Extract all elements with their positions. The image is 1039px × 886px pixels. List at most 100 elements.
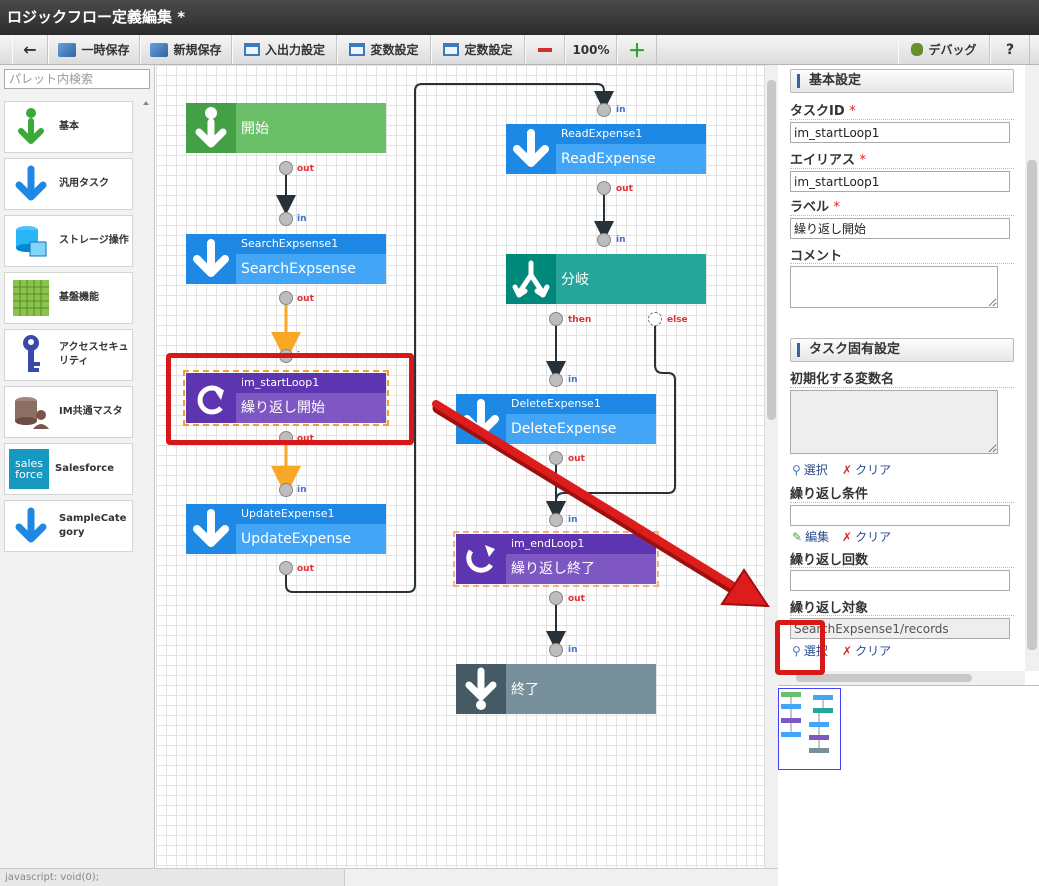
palette-scrollbar[interactable] — [140, 97, 152, 877]
scroll-thumb[interactable] — [767, 80, 776, 420]
port-out[interactable] — [549, 451, 563, 465]
palette-item-storage[interactable]: ストレージ操作 — [4, 215, 133, 267]
palette-search-input[interactable] — [4, 69, 150, 89]
palette-item-basic[interactable]: 基本 — [4, 101, 133, 153]
new-save-button[interactable]: 新規保存 — [140, 35, 232, 64]
comment-textarea[interactable] — [790, 266, 998, 308]
node-id: SearchExpsense1 — [236, 234, 386, 254]
select-label: 選択 — [803, 463, 828, 477]
port-out[interactable] — [549, 591, 563, 605]
back-button[interactable]: ← — [12, 35, 48, 64]
node-end[interactable]: 終了 — [456, 664, 656, 714]
overview-viewport[interactable] — [778, 688, 841, 770]
blue-down-arrow-icon — [186, 234, 236, 284]
required-mark: * — [849, 104, 856, 119]
loop-cond-clear-link[interactable]: ✗ クリア — [842, 528, 891, 545]
scroll-thumb[interactable] — [1027, 160, 1037, 650]
node-start-loop[interactable]: im_startLoop1 繰り返し開始 — [183, 370, 389, 426]
bug-icon — [911, 43, 924, 56]
port-in[interactable] — [549, 373, 563, 387]
palette-item-general-task[interactable]: 汎用タスク — [4, 158, 133, 210]
init-var-label: 初期化する変数名 — [790, 372, 895, 387]
port-in[interactable] — [279, 212, 293, 226]
port-in[interactable] — [549, 513, 563, 527]
separator — [790, 387, 1014, 388]
zoom-out-button[interactable] — [525, 35, 565, 64]
port-then[interactable] — [549, 312, 563, 326]
loop-count-label: 繰り返し回数 — [790, 553, 869, 568]
task-settings-header[interactable]: タスク固有設定 — [790, 338, 1014, 362]
canvas-vertical-scrollbar[interactable] — [764, 65, 778, 868]
loop-target-clear-link[interactable]: ✗ クリア — [842, 642, 891, 659]
node-label: SearchExpsense — [241, 261, 356, 277]
port-in[interactable] — [597, 233, 611, 247]
node-body: 終了 — [506, 664, 656, 714]
alias-input[interactable] — [790, 171, 1010, 192]
node-start[interactable]: 開始 — [186, 103, 386, 153]
var-settings-button[interactable]: 変数設定 — [337, 35, 431, 64]
zoom-in-button[interactable]: ＋ — [617, 35, 657, 64]
temp-save-label: 一時保存 — [81, 43, 130, 57]
task-id-label: タスクID * — [790, 100, 856, 119]
port-else[interactable] — [648, 312, 662, 326]
node-read-expense[interactable]: ReadExpense1 ReadExpense — [506, 124, 706, 174]
node-label: 分岐 — [561, 272, 589, 288]
temp-save-button[interactable]: 一時保存 — [48, 35, 140, 64]
properties-vertical-scrollbar[interactable] — [1025, 65, 1039, 671]
io-settings-button[interactable]: 入出力設定 — [232, 35, 337, 64]
port-out[interactable] — [279, 291, 293, 305]
loop-end-icon — [456, 534, 506, 584]
node-label: ReadExpense — [561, 151, 656, 167]
loop-cond-edit-link[interactable]: ✎ 編集 — [792, 528, 829, 545]
label-input[interactable] — [790, 218, 1010, 239]
loop-count-input[interactable] — [790, 570, 1010, 591]
palette-item-access-security[interactable]: アクセスセキュリティ — [4, 329, 133, 381]
port-out[interactable] — [279, 161, 293, 175]
init-var-select-link[interactable]: ⚲ 選択 — [792, 461, 828, 478]
loop-target-select-link[interactable]: ⚲ 選択 — [792, 642, 828, 659]
init-var-clear-link[interactable]: ✗ クリア — [842, 461, 891, 478]
overview-minimap[interactable] — [778, 685, 1039, 886]
separator — [790, 119, 1014, 120]
help-button[interactable]: ? — [990, 35, 1030, 64]
palette-item-sample-category[interactable]: SampleCategory — [4, 500, 133, 552]
clear-icon: ✗ — [842, 462, 853, 477]
port-in[interactable] — [279, 349, 293, 363]
properties-horizontal-scrollbar[interactable] — [778, 671, 1025, 685]
node-search-expsense[interactable]: SearchExpsense1 SearchExpsense — [186, 234, 386, 284]
basic-settings-header[interactable]: 基本設定 — [790, 69, 1014, 93]
debug-button[interactable]: デバッグ — [898, 35, 990, 64]
init-var-textarea[interactable] — [790, 390, 998, 454]
required-mark: * — [859, 153, 867, 168]
const-settings-button[interactable]: 定数設定 — [431, 35, 525, 64]
port-out[interactable] — [597, 181, 611, 195]
scroll-thumb[interactable] — [796, 674, 972, 682]
loop-cond-input[interactable] — [790, 505, 1010, 526]
loop-target-input[interactable] — [790, 618, 1010, 639]
port-in[interactable] — [279, 483, 293, 497]
palette-item-label: 基本 — [59, 121, 79, 132]
port-in[interactable] — [549, 643, 563, 657]
node-end-loop[interactable]: im_endLoop1 繰り返し終了 — [453, 531, 659, 587]
palette-item-im-master[interactable]: IM共通マスタ — [4, 386, 133, 438]
port-in[interactable] — [597, 103, 611, 117]
edit-label: 編集 — [805, 530, 830, 544]
node-delete-expense[interactable]: DeleteExpense1 DeleteExpense — [456, 394, 656, 444]
task-id-input[interactable] — [790, 122, 1010, 143]
const-settings-label: 定数設定 — [464, 43, 513, 57]
database-user-icon — [9, 390, 53, 434]
port-label-in: in — [616, 105, 626, 115]
comment-label: コメント — [790, 249, 843, 264]
node-id: DeleteExpense1 — [506, 394, 656, 414]
node-branch[interactable]: 分岐 — [506, 254, 706, 304]
port-out[interactable] — [279, 431, 293, 445]
alias-label-text: エイリアス — [790, 153, 856, 168]
port-out[interactable] — [279, 561, 293, 575]
port-label-in: in — [616, 235, 626, 245]
minus-icon — [538, 47, 552, 52]
palette-item-platform[interactable]: 基盤機能 — [4, 272, 133, 324]
palette-item-label: IM共通マスタ — [59, 406, 123, 417]
palette-item-salesforce[interactable]: sales force Salesforce — [4, 443, 133, 495]
flow-canvas[interactable]: 開始 out in SearchExpsense1 SearchExpsense… — [156, 65, 764, 868]
node-update-expense[interactable]: UpdateExpense1 UpdateExpense — [186, 504, 386, 554]
